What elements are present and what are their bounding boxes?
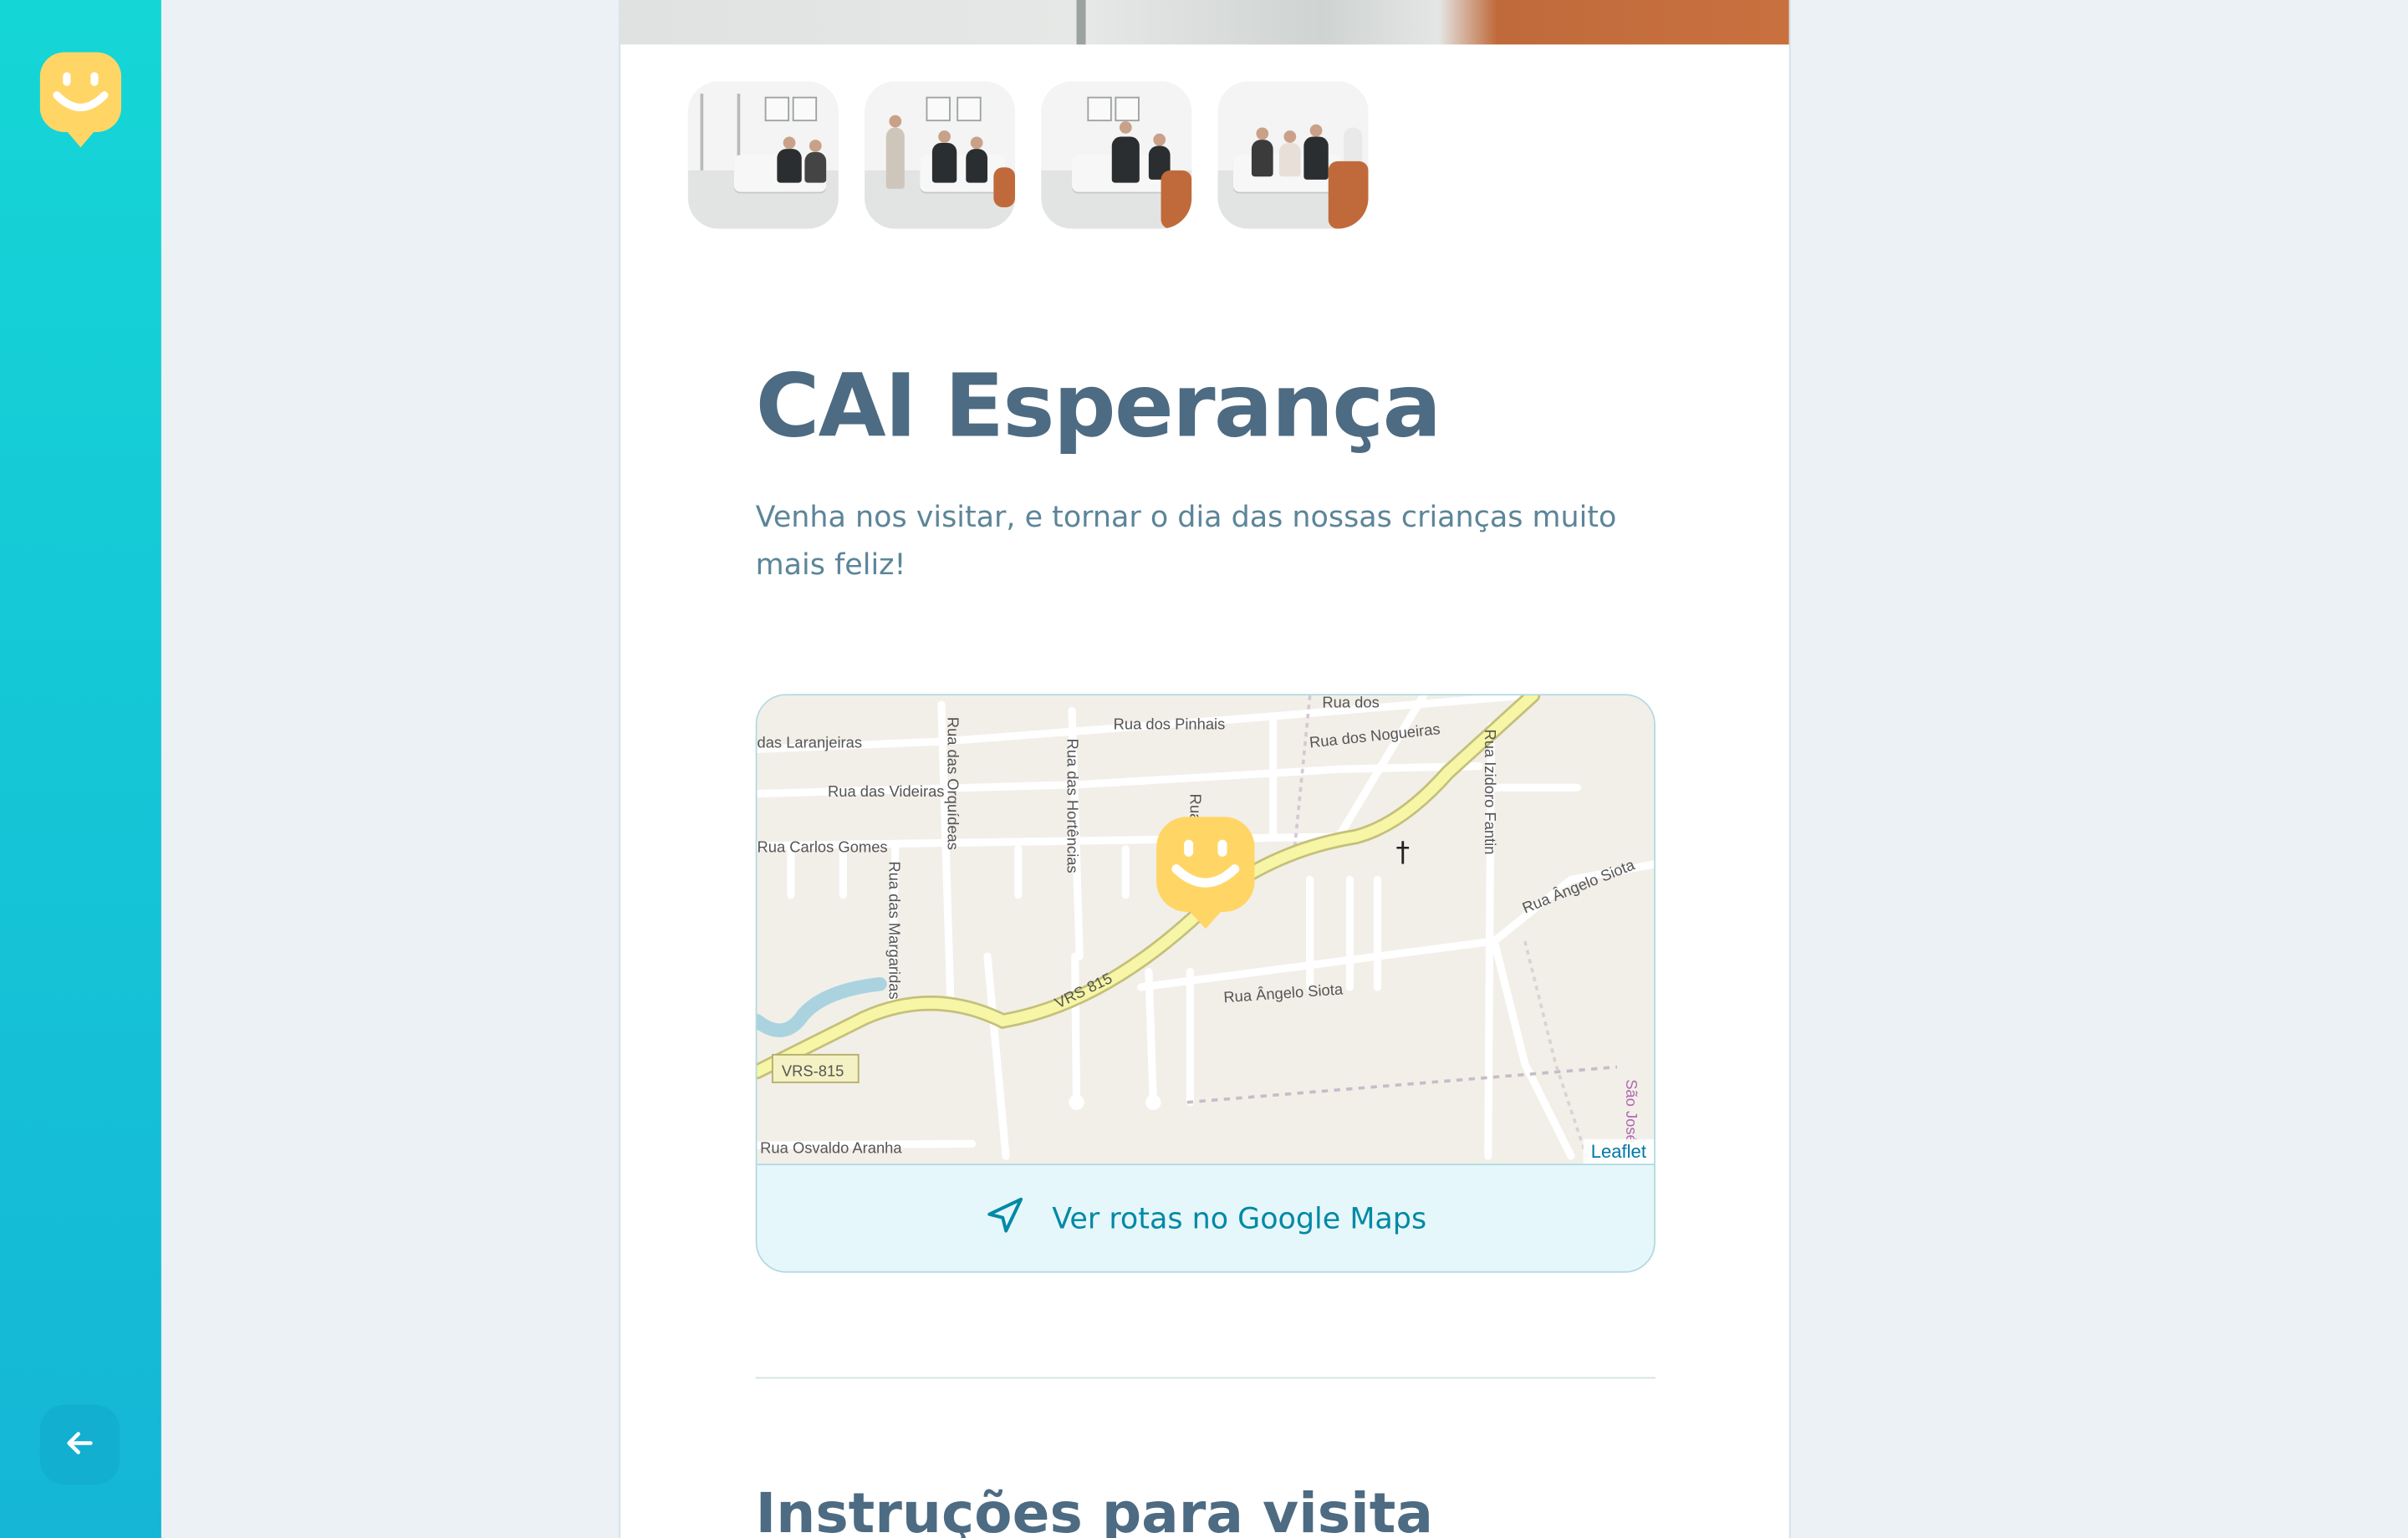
section-divider [755, 1377, 1656, 1379]
map-street-label: das Laranjeiras [757, 733, 862, 751]
back-button[interactable] [39, 1404, 120, 1485]
gallery-thumbnail[interactable] [865, 81, 1016, 229]
svg-text:†: † [1396, 835, 1411, 868]
map-street-label: Rua das Hortências [1064, 738, 1082, 873]
app-root: CAI Esperança Venha nos visitar, e torna… [0, 0, 2408, 1538]
image-gallery [687, 81, 1369, 229]
map-street-label: Rua Izidoro Fantin [1482, 729, 1499, 854]
hero-image [620, 0, 1789, 45]
smiley-marker-icon[interactable] [1156, 817, 1255, 930]
map-street-label: Rua Carlos Gomes [757, 838, 887, 855]
map-attribution-link[interactable]: Leaflet [1583, 1138, 1655, 1164]
gallery-thumbnail[interactable] [687, 81, 839, 229]
map-street-label: Rua dos [1322, 695, 1379, 711]
map-street-label: Rua das Videiras [828, 782, 944, 800]
map-street-label: Rua dos Pinhais [1114, 715, 1226, 732]
gallery-thumbnail[interactable] [1217, 81, 1369, 229]
navigation-arrow-icon [984, 1195, 1024, 1243]
orphanage-details-card: CAI Esperança Venha nos visitar, e torna… [619, 0, 1791, 1538]
orphanage-about: Venha nos visitar, e tornar o dia das no… [755, 500, 1617, 583]
orphanage-name: CAI Esperança [755, 356, 1442, 458]
map-street-label: Rua das Orquídeas [944, 717, 962, 850]
instructions-title: Instruções para visita [755, 1483, 1434, 1538]
routes-label: Ver rotas no Google Maps [1052, 1202, 1427, 1236]
smiley-marker-icon[interactable] [39, 52, 122, 148]
map[interactable]: VRS-815 † Rua dos Pinhais Rua dos Noguei… [757, 695, 1655, 1164]
map-street-label: Rua Osvaldo Aranha [760, 1138, 902, 1156]
map-street-label: Rua das Margaridas [885, 861, 903, 999]
google-maps-routes-link[interactable]: Ver rotas no Google Maps [757, 1164, 1655, 1271]
map-street-label: São José [1623, 1079, 1640, 1143]
map-road-label: VRS-815 [782, 1062, 844, 1080]
sidebar [0, 0, 161, 1538]
arrow-left-icon [61, 1424, 98, 1466]
map-container: VRS-815 † Rua dos Pinhais Rua dos Noguei… [755, 694, 1656, 1273]
gallery-thumbnail[interactable] [1041, 81, 1192, 229]
